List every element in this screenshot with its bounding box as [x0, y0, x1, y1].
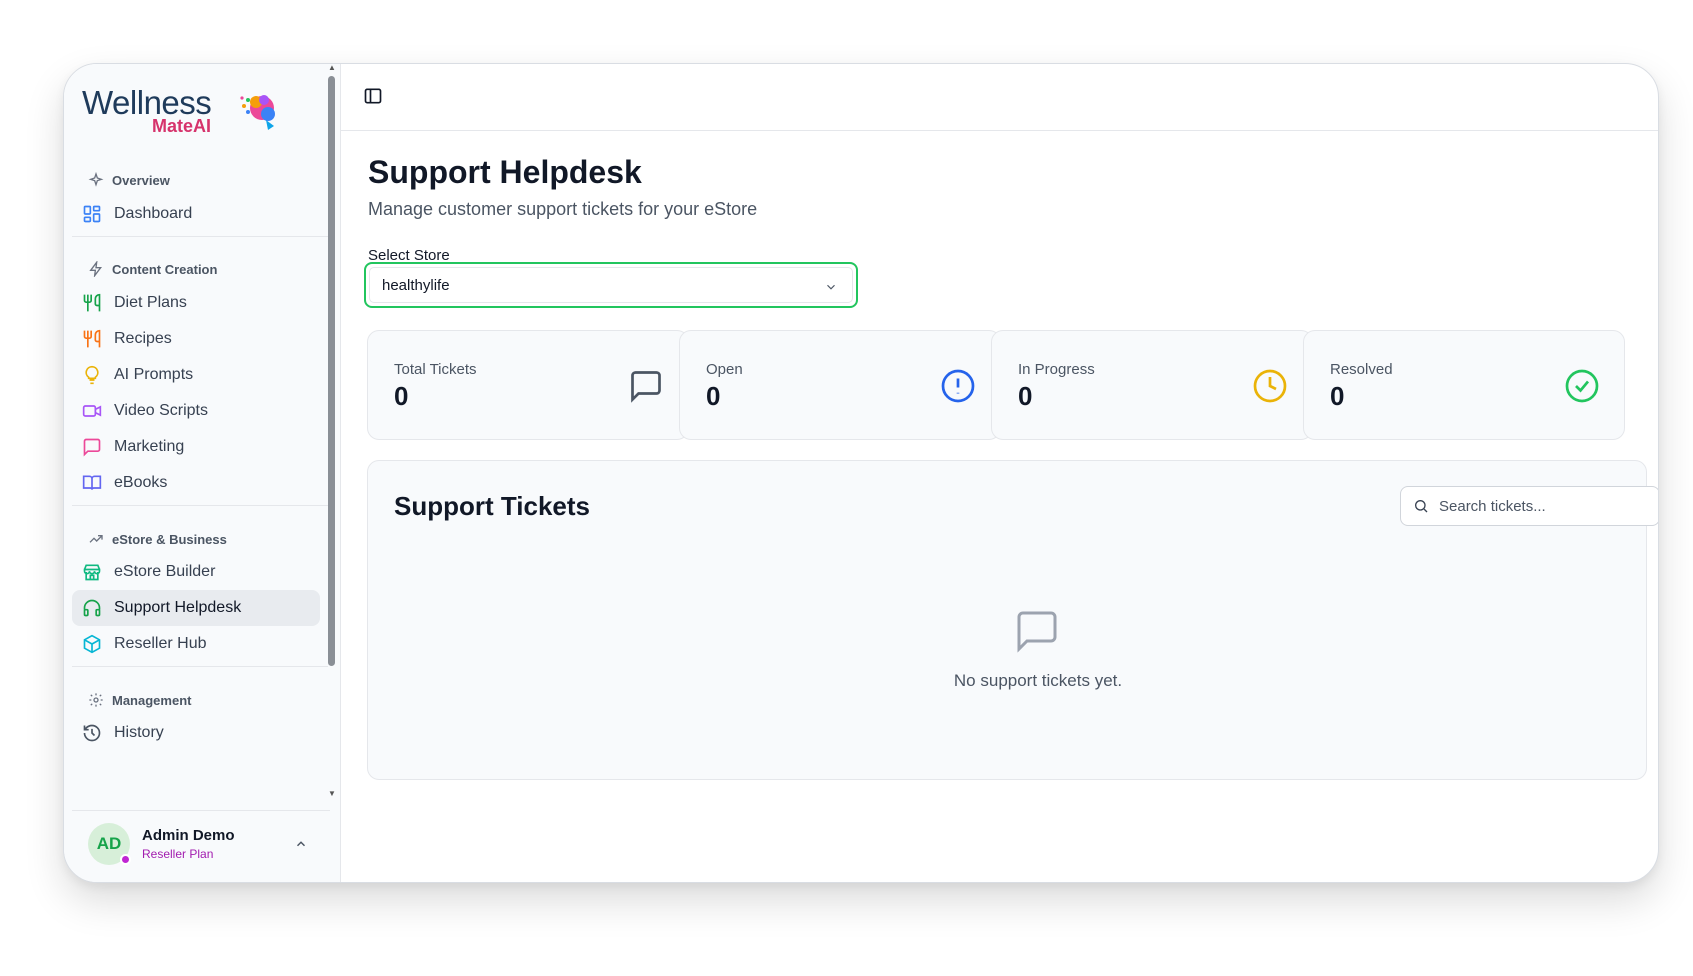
- page-subtitle: Manage customer support tickets for your…: [368, 199, 758, 219]
- stat-label: In Progress: [1018, 361, 1095, 378]
- section-label-text: Overview: [112, 172, 170, 188]
- section-management: Management: [88, 692, 191, 708]
- stat-value: 0: [706, 381, 721, 411]
- sidebar-item-label: eStore Builder: [114, 563, 216, 580]
- app-window: Wellness MateAI ▲ ▼ Overview Dashboard C…: [63, 63, 1659, 883]
- message-square-icon: [631, 371, 661, 403]
- sidebar-item-diet-plans[interactable]: Diet Plans: [72, 285, 320, 321]
- sidebar-item-label: Video Scripts: [114, 402, 208, 419]
- sidebar-item-ai-prompts[interactable]: AI Prompts: [72, 357, 320, 393]
- section-content-creation: Content Creation: [88, 261, 217, 277]
- sidebar-toggle-icon[interactable]: [363, 86, 383, 106]
- sidebar-divider: [72, 505, 328, 506]
- page-title: Support Helpdesk: [368, 154, 642, 190]
- section-label-text: Management: [112, 692, 192, 708]
- sidebar-item-recipes[interactable]: Recipes: [72, 321, 320, 357]
- scroll-up-arrow[interactable]: ▲: [328, 64, 336, 72]
- sidebar-item-label: Diet Plans: [114, 294, 187, 311]
- grid-icon: [83, 205, 101, 223]
- sidebar-item-video-scripts[interactable]: Video Scripts: [72, 393, 320, 429]
- message-icon: [83, 438, 101, 457]
- avatar: AD: [88, 822, 131, 865]
- stat-card-total-tickets: Total Tickets 0: [367, 330, 689, 440]
- gear-icon: [89, 693, 103, 707]
- sidebar-item-history[interactable]: History: [72, 715, 320, 751]
- sidebar-item-label: Recipes: [114, 330, 172, 347]
- sidebar-item-label: Support Helpdesk: [114, 599, 242, 616]
- sidebar-divider: [72, 236, 328, 237]
- trending-up-icon: [89, 535, 103, 543]
- sidebar-item-dashboard[interactable]: Dashboard: [72, 196, 320, 232]
- stat-value: 0: [1330, 381, 1345, 411]
- stat-label: Resolved: [1330, 361, 1393, 378]
- top-bar: [341, 64, 1658, 131]
- sidebar-item-label: Reseller Hub: [114, 635, 207, 652]
- check-circle-icon: [1565, 369, 1599, 403]
- utensils-icon: [83, 329, 101, 348]
- logo-word-mateai: MateAI: [152, 116, 212, 136]
- sidebar-item-label: AI Prompts: [114, 366, 194, 383]
- lightbulb-icon: [85, 365, 99, 385]
- user-info: Admin Demo Reseller Plan: [142, 827, 235, 861]
- sidebar-item-ebooks[interactable]: eBooks: [72, 465, 320, 501]
- video-icon: [82, 405, 102, 417]
- user-plan: Reseller Plan: [142, 846, 214, 861]
- stat-label: Total Tickets: [394, 361, 477, 378]
- sidebar-item-label: Marketing: [114, 438, 185, 455]
- store-select-field[interactable]: healthylife: [369, 267, 853, 303]
- user-menu[interactable]: AD Admin Demo Reseller Plan: [72, 810, 330, 876]
- headset-icon: [83, 599, 101, 617]
- sparkle-icon: [88, 172, 104, 187]
- chevron-down-icon: [827, 284, 835, 290]
- empty-message-icon: [1017, 611, 1057, 653]
- section-overview: Overview: [88, 172, 170, 188]
- brain-logo-icon: [240, 95, 275, 130]
- main-content: Support Helpdesk Manage customer support…: [341, 64, 1658, 882]
- sidebar-item-marketing[interactable]: Marketing: [72, 429, 320, 465]
- sidebar-item-label: Dashboard: [114, 205, 193, 222]
- section-estore-business: eStore & Business: [88, 531, 227, 547]
- search-tickets-box[interactable]: [1400, 486, 1658, 526]
- store-select-value: healthylife: [382, 276, 450, 294]
- status-dot: [120, 853, 131, 865]
- sidebar-item-reseller-hub[interactable]: Reseller Hub: [72, 626, 320, 662]
- alert-circle-icon: [941, 369, 975, 403]
- store-select[interactable]: healthylife: [364, 262, 858, 308]
- scroll-down-arrow[interactable]: ▼: [328, 790, 336, 798]
- tickets-title: Support Tickets: [394, 491, 591, 521]
- search-tickets-input[interactable]: [1439, 497, 1639, 515]
- sidebar-item-estore-builder[interactable]: eStore Builder: [72, 554, 320, 590]
- stat-card-open: Open 0: [679, 330, 1001, 440]
- sidebar-scroll-thumb[interactable]: [328, 76, 335, 666]
- utensils-icon: [83, 293, 101, 312]
- stat-value: 0: [394, 381, 409, 411]
- section-label-text: Content Creation: [112, 261, 218, 277]
- sidebar-item-label: eBooks: [114, 474, 168, 491]
- sidebar-divider: [72, 666, 328, 667]
- user-name: Admin Demo: [142, 826, 235, 844]
- sidebar-item-label: History: [114, 724, 164, 741]
- section-label-text: eStore & Business: [112, 531, 227, 547]
- history-icon: [83, 724, 101, 742]
- support-tickets-panel: Support Tickets No support tickets yet.: [367, 460, 1658, 780]
- stat-card-resolved: Resolved 0: [1303, 330, 1625, 440]
- sidebar-item-support-helpdesk[interactable]: Support Helpdesk: [72, 590, 320, 626]
- store-icon: [83, 564, 101, 581]
- clock-icon: [1253, 369, 1287, 403]
- empty-state-text: No support tickets yet.: [953, 671, 1123, 690]
- stat-card-in-progress: In Progress 0: [991, 330, 1313, 440]
- chevron-up-icon[interactable]: [294, 837, 308, 851]
- package-icon: [83, 634, 101, 654]
- app-logo[interactable]: Wellness MateAI: [82, 84, 275, 138]
- book-icon: [82, 475, 102, 490]
- lightning-icon: [89, 261, 102, 277]
- stat-value: 0: [1018, 381, 1033, 411]
- avatar-initials: AD: [96, 833, 122, 853]
- search-icon: [1415, 500, 1428, 513]
- sidebar: Wellness MateAI ▲ ▼ Overview Dashboard C…: [64, 64, 341, 882]
- stat-label: Open: [706, 361, 743, 378]
